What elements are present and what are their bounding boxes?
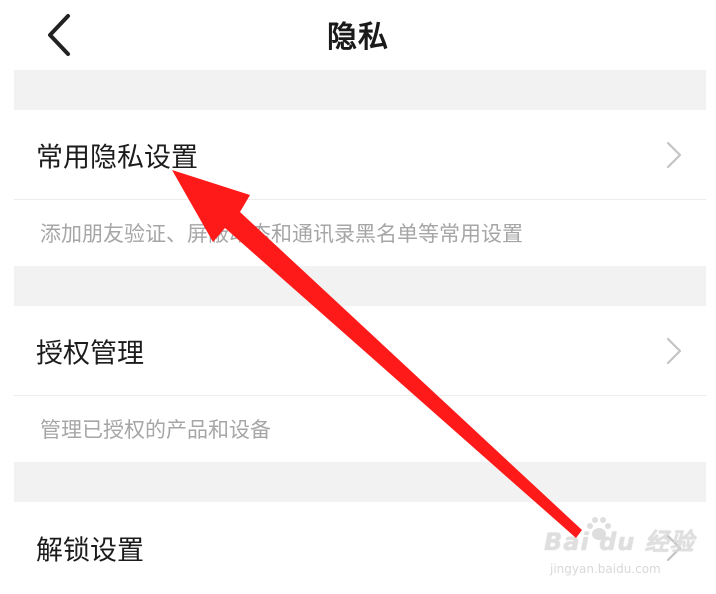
privacy-settings-screen: 隐私 常用隐私设置 添加朋友验证、屏蔽动态和通讯录黑名单等常用设置 授权管理 管…: [0, 0, 716, 594]
section-gap: [14, 462, 706, 502]
item-description-block: 添加朋友验证、屏蔽动态和通讯录黑名单等常用设置: [14, 200, 706, 266]
page-title: 隐私: [327, 20, 389, 55]
watermark-url: jingyan.baidu.com: [550, 562, 661, 576]
top-bar: 隐私: [0, 0, 716, 70]
item-label: 解锁设置: [36, 535, 144, 567]
watermark-brand: Bai du 经验: [544, 528, 695, 556]
authorization-management-item[interactable]: 授权管理: [14, 306, 706, 396]
item-label: 常用隐私设置: [36, 142, 198, 174]
item-label: 授权管理: [36, 338, 144, 370]
chevron-right-icon: [666, 141, 682, 169]
item-description-block: 管理已授权的产品和设备: [14, 396, 706, 462]
section-gap: [14, 70, 706, 110]
section-gap: [14, 266, 706, 306]
item-description: 添加朋友验证、屏蔽动态和通讯录黑名单等常用设置: [40, 222, 523, 246]
item-description: 管理已授权的产品和设备: [40, 418, 271, 442]
chevron-right-icon: [666, 337, 682, 365]
common-privacy-settings-item[interactable]: 常用隐私设置: [14, 110, 706, 200]
watermark: Bai du 经验 jingyan.baidu.com: [544, 514, 694, 588]
